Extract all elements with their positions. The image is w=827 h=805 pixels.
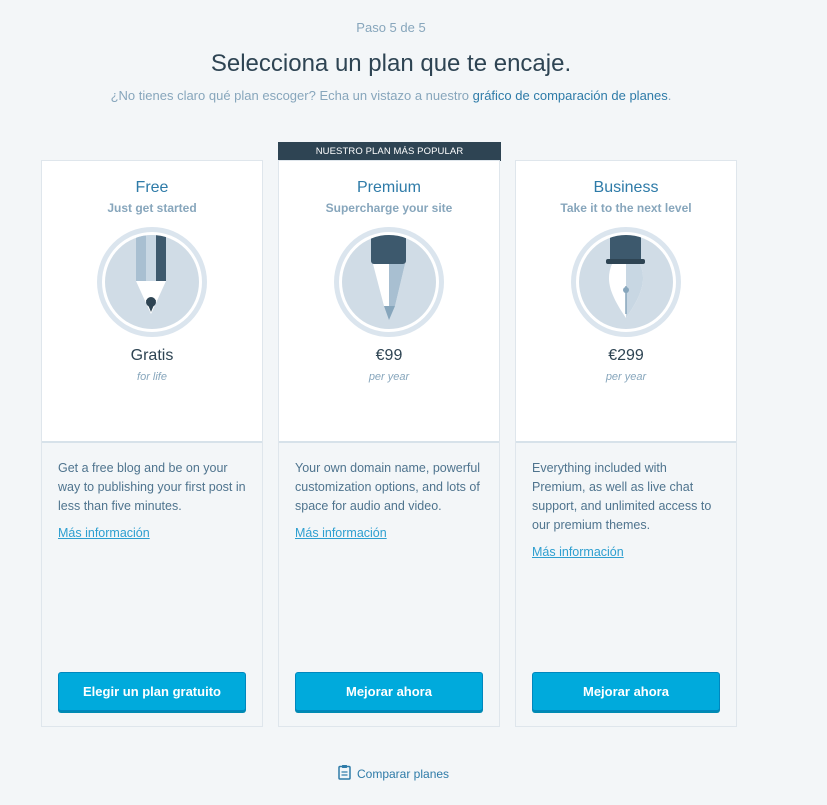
fountain-pen-icon [570, 226, 682, 338]
subtitle-end: . [667, 88, 672, 103]
upgrade-premium-button[interactable]: Mejorar ahora [295, 672, 483, 711]
plan-price: €299 [608, 347, 644, 364]
plan-description: Get a free blog and be on your way to pu… [58, 459, 248, 543]
plan-tagline: Supercharge your site [325, 201, 453, 215]
plan-card-body: Get a free blog and be on your way to pu… [42, 443, 262, 726]
plan-card-body: Your own domain name, powerful customiza… [279, 443, 499, 726]
page-subtitle: ¿No tienes claro qué plan escoger? Echa … [0, 88, 782, 103]
clipboard-icon [338, 764, 351, 783]
plan-description-text: Get a free blog and be on your way to pu… [58, 461, 246, 513]
more-info-link[interactable]: Más información [58, 524, 248, 543]
plan-name: Free [135, 179, 169, 196]
page-title: Selecciona un plan que te encaje. [210, 50, 572, 77]
plan-price: Gratis [130, 347, 174, 364]
plan-tagline: Take it to the next level [560, 201, 692, 215]
plan-card-body: Everything included with Premium, as wel… [516, 443, 736, 726]
more-info-link[interactable]: Más información [295, 524, 485, 543]
compare-plans-label: Comparar planes [357, 766, 450, 781]
compare-plans-link[interactable]: Comparar planes [338, 764, 449, 783]
plan-tagline: Just get started [107, 201, 197, 215]
plan-description: Everything included with Premium, as wel… [532, 459, 722, 562]
marker-icon [333, 226, 445, 338]
plan-period: per year [605, 371, 647, 383]
upgrade-business-button[interactable]: Mejorar ahora [532, 672, 720, 711]
plan-period: for life [137, 371, 167, 383]
subtitle-text: ¿No tienes claro qué plan escoger? Echa … [110, 88, 473, 103]
plan-name: Business [593, 179, 659, 196]
pencil-icon [96, 226, 208, 338]
plan-card-header: Free Just get started Gratis for life [42, 161, 262, 443]
plan-card-free: Free Just get started Gratis for life Ge… [41, 160, 263, 727]
plan-description: Your own domain name, powerful customiza… [295, 459, 485, 543]
more-info-link[interactable]: Más información [532, 543, 722, 562]
plan-card-premium: Premium Supercharge your site €99 per ye… [278, 160, 500, 727]
plan-description-text: Everything included with Premium, as wel… [532, 461, 712, 532]
plan-price: €99 [375, 347, 403, 364]
plan-card-business: Business Take it to the next level €299 … [515, 160, 737, 727]
comparison-chart-link[interactable]: gráfico de comparación de planes [473, 88, 668, 103]
step-indicator: Paso 5 de 5 [356, 20, 426, 35]
plan-period: per year [368, 371, 410, 383]
plan-card-header: Premium Supercharge your site €99 per ye… [279, 161, 499, 443]
choose-free-plan-button[interactable]: Elegir un plan gratuito [58, 672, 246, 711]
plan-description-text: Your own domain name, powerful customiza… [295, 461, 481, 513]
popular-plan-badge: NUESTRO PLAN MÁS POPULAR [278, 142, 501, 161]
plan-name: Premium [356, 179, 421, 196]
plan-card-header: Business Take it to the next level €299 … [516, 161, 736, 443]
